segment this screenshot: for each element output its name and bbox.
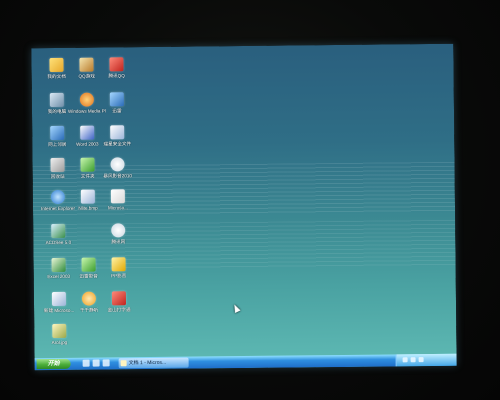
ie-logo-icon <box>50 189 65 205</box>
folder-icon <box>49 57 64 73</box>
quick-launch-desktop-icon[interactable] <box>92 359 100 367</box>
media-player-logo-icon <box>79 92 94 107</box>
desktop-icon-label: 迅雷 <box>112 108 122 114</box>
xunlei-icon[interactable]: 迅雷 <box>98 92 136 113</box>
document-icon <box>51 291 67 307</box>
pp-player-icon[interactable]: PP影音 <box>100 257 138 278</box>
taskbar-window-button[interactable]: 文档 1 - Micros... <box>118 357 189 369</box>
arol-jpg-icon[interactable]: Arol.jpg <box>40 323 78 346</box>
start-button[interactable]: 开始 <box>36 358 71 370</box>
desktop-icon-label: 腾讯网 <box>111 239 126 245</box>
excel-logo-icon <box>51 257 66 273</box>
desktop-icon-label: 瑞星安全文件 <box>103 141 132 147</box>
shield-icon <box>110 125 125 140</box>
desktop-icon-label: Arol.jpg <box>51 339 68 346</box>
desktop-icon-label: ACDSee 5.0 <box>45 239 72 246</box>
system-tray <box>395 353 457 367</box>
screen: 我的文档 我的电脑 网上邻居 回收站 Internet Explorer ACD… <box>31 43 457 371</box>
tencent-net-icon[interactable]: 腾讯网 <box>99 223 137 244</box>
computer-icon <box>49 92 64 108</box>
player-icon <box>81 257 96 272</box>
acdsee-icon[interactable]: ACDSee 5.0 <box>39 223 77 246</box>
tray-network-icon[interactable] <box>402 357 408 363</box>
desktop-icon-label: Microso... <box>108 205 128 211</box>
player-globe-icon <box>110 157 125 172</box>
quick-launch-media-icon[interactable] <box>102 359 110 367</box>
game-icon <box>79 57 94 72</box>
desktop-icon-label: 金山打字通 <box>107 307 131 313</box>
word-logo-icon <box>80 125 95 140</box>
typing-tutor-icon[interactable]: 金山打字通 <box>100 291 138 312</box>
duck-icon <box>81 291 97 306</box>
thunder-icon <box>109 92 124 107</box>
document-icon <box>110 189 125 204</box>
tencent-qq-icon[interactable]: 腾讯QQ <box>97 57 135 78</box>
tray-security-icon[interactable] <box>418 357 424 363</box>
rising-security-icon[interactable]: 瑞星安全文件 <box>98 125 136 146</box>
keyboard-icon <box>111 291 127 306</box>
microsoft-icon[interactable]: Microso... <box>99 189 137 210</box>
acdsee-logo-icon <box>51 223 66 239</box>
desktop-icon-label: 腾讯QQ <box>108 73 125 79</box>
network-icon <box>50 125 65 141</box>
bitmap-file-icon <box>80 189 95 204</box>
qq-logo-icon <box>109 57 124 72</box>
pp-logo-icon <box>111 257 126 272</box>
folder-green-icon <box>80 157 95 172</box>
desktop-icon-label: 暴风影音2010 <box>103 173 132 179</box>
globe-icon <box>111 223 126 238</box>
desktop-icon-label: PP影音 <box>111 273 127 279</box>
tray-volume-icon[interactable] <box>410 357 416 363</box>
image-file-icon <box>52 323 67 339</box>
quick-launch-ie-icon[interactable] <box>82 359 90 367</box>
recycle-bin-glyph-icon <box>50 157 65 173</box>
baofeng-icon[interactable]: 暴风影音2010 <box>98 157 136 178</box>
